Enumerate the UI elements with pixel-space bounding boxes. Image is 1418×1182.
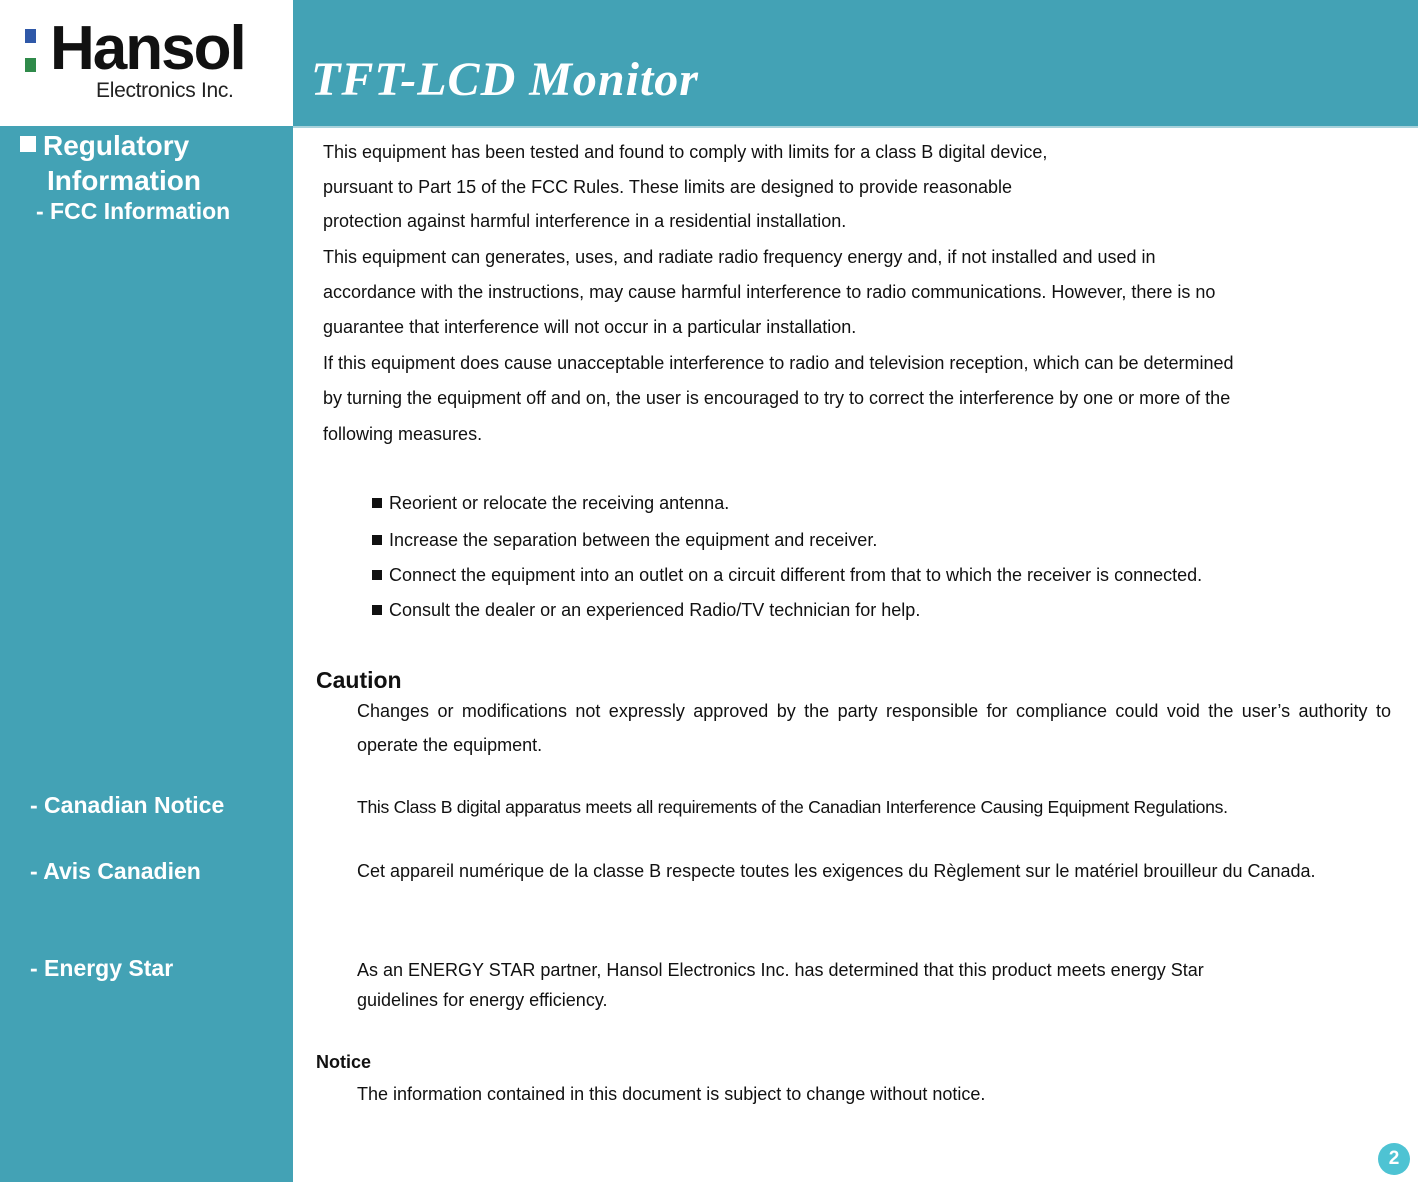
fcc-line: This equipment has been tested and found… — [323, 142, 1048, 162]
measure-list-item: Consult the dealer or an experienced Rad… — [372, 600, 920, 621]
square-bullet-icon — [372, 570, 382, 580]
measure-list-item: Reorient or relocate the receiving anten… — [372, 493, 729, 514]
fcc-line: This equipment can generates, uses, and … — [323, 247, 1156, 267]
header-divider — [293, 126, 1418, 128]
sidebar-item-avis-canadien[interactable]: - Avis Canadien — [30, 858, 201, 885]
measure-list-item: Increase the separation between the equi… — [372, 530, 877, 551]
notice-text: The information contained in this docume… — [357, 1084, 986, 1104]
fcc-line: accordance with the instructions, may ca… — [323, 282, 1216, 302]
avis-canadien-text: Cet appareil numérique de la classe B re… — [357, 861, 1316, 881]
fcc-line: guarantee that interference will not occ… — [323, 317, 857, 337]
energy-star-line: As an ENERGY STAR partner, Hansol Electr… — [357, 960, 1204, 980]
header-band: TFT-LCD Monitor — [293, 0, 1418, 126]
sidebar-heading-line1: Regulatory — [43, 130, 190, 161]
energy-star-line: guidelines for energy efficiency. — [357, 990, 608, 1010]
sidebar-heading: Regulatory Information — [20, 128, 201, 198]
logo-blue-square — [25, 29, 36, 43]
fcc-line: pursuant to Part 15 of the FCC Rules. Th… — [323, 177, 1013, 197]
fcc-line: protection against harmful interference … — [323, 211, 847, 231]
square-bullet-icon — [372, 605, 382, 615]
square-bullet-icon — [20, 136, 36, 152]
logo-wordmark: Hansol — [50, 14, 247, 83]
sidebar-item-fcc-information[interactable]: - FCC Information — [36, 198, 230, 225]
notice-heading: Notice — [316, 1052, 372, 1072]
sidebar-heading-line2: Information — [47, 165, 201, 196]
sidebar-item-energy-star[interactable]: - Energy Star — [30, 955, 173, 982]
measure-list-item: Connect the equipment into an outlet on … — [372, 565, 1202, 586]
square-bullet-icon — [372, 535, 382, 545]
fcc-line: by turning the equipment off and on, the… — [323, 388, 1231, 408]
caution-text: Changes or modifications not expressly a… — [357, 701, 1391, 755]
page-title: TFT-LCD Monitor — [311, 53, 699, 106]
canadian-notice-text: This Class B digital apparatus meets all… — [357, 797, 1228, 817]
caution-heading: Caution — [316, 667, 402, 693]
logo-subtitle: Electronics Inc. — [96, 79, 234, 102]
fcc-line: following measures. — [323, 424, 483, 444]
logo-green-square — [25, 58, 36, 72]
square-bullet-icon — [372, 498, 382, 508]
page-number-badge: 2 — [1378, 1143, 1410, 1175]
fcc-line: If this equipment does cause unacceptabl… — [323, 353, 1234, 373]
sidebar-item-canadian-notice[interactable]: - Canadian Notice — [30, 792, 224, 819]
sidebar: Regulatory Information - FCC Information… — [0, 126, 293, 1182]
company-logo: Hansol Electronics Inc. — [0, 0, 293, 126]
